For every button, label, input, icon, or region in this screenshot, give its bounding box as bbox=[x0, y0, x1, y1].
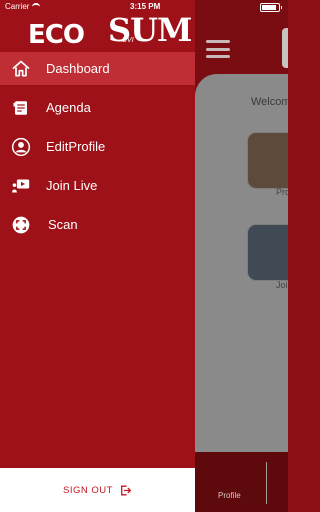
logo-sum-text: SUM bbox=[108, 11, 192, 49]
home-icon bbox=[10, 58, 32, 80]
ecosum-logo: ECO SUM UVI bbox=[0, 12, 195, 52]
background-welcome-text: Welcom bbox=[251, 96, 288, 108]
menu-label: Agenda bbox=[46, 100, 91, 115]
agenda-icon bbox=[10, 97, 32, 119]
navigation-drawer: ECO SUM UVI Dashboard Agenda EditProfile… bbox=[0, 0, 195, 512]
sign-out-icon bbox=[119, 484, 132, 497]
sign-out-button[interactable]: SIGN OUT bbox=[63, 484, 132, 497]
background-card-label: Join bbox=[276, 280, 288, 290]
menu-item-scan[interactable]: Scan bbox=[0, 208, 195, 241]
wifi-icon bbox=[32, 2, 41, 11]
battery-icon bbox=[260, 3, 282, 12]
scan-icon bbox=[10, 214, 32, 236]
background-header-badge bbox=[282, 28, 288, 68]
menu-label: Scan bbox=[48, 217, 78, 232]
hamburger-menu-icon[interactable] bbox=[206, 40, 230, 58]
menu-label: Join Live bbox=[46, 178, 98, 193]
drawer-menu: Dashboard Agenda EditProfile Join Live S… bbox=[0, 52, 195, 247]
drawer-footer: SIGN OUT bbox=[0, 468, 195, 512]
bottom-bar-divider bbox=[266, 462, 267, 504]
menu-item-dashboard[interactable]: Dashboard bbox=[0, 52, 195, 85]
carrier-indicator: Carrier bbox=[5, 2, 41, 11]
menu-item-join-live[interactable]: Join Live bbox=[0, 169, 195, 202]
menu-label: EditProfile bbox=[46, 139, 106, 154]
bottom-tab-profile[interactable]: Profile bbox=[218, 491, 241, 500]
carrier-label: Carrier bbox=[5, 2, 30, 11]
live-icon bbox=[10, 175, 32, 197]
status-bar: Carrier 3:15 PM bbox=[0, 0, 288, 14]
background-card-label: Pro bbox=[276, 187, 288, 197]
menu-item-agenda[interactable]: Agenda bbox=[0, 91, 195, 124]
menu-item-edit-profile[interactable]: EditProfile bbox=[0, 130, 195, 163]
menu-label: Dashboard bbox=[46, 61, 110, 76]
sign-out-label: SIGN OUT bbox=[63, 484, 113, 496]
logo-sub-text: UVI bbox=[122, 37, 134, 44]
app-screen: Welcom Pro Join Profile Carrier 3:15 PM … bbox=[0, 0, 288, 512]
profile-icon bbox=[10, 136, 32, 158]
background-card-join[interactable] bbox=[247, 224, 288, 281]
background-bottom-bar bbox=[195, 452, 288, 512]
logo-eco-text: ECO bbox=[28, 20, 85, 50]
background-card-profile[interactable] bbox=[247, 132, 288, 189]
status-time: 3:15 PM bbox=[130, 2, 161, 11]
